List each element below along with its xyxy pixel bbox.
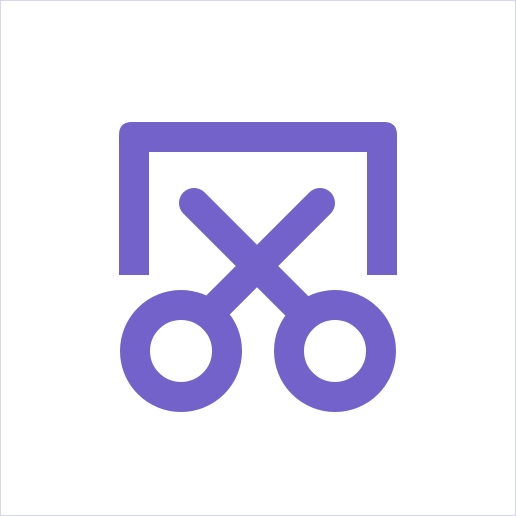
scissor-handle-right xyxy=(274,290,396,412)
screen-snip-icon-container xyxy=(1,1,516,516)
icon-canvas xyxy=(0,0,516,516)
scissor-handle-left xyxy=(120,290,242,412)
screen-snip-icon xyxy=(119,122,397,412)
